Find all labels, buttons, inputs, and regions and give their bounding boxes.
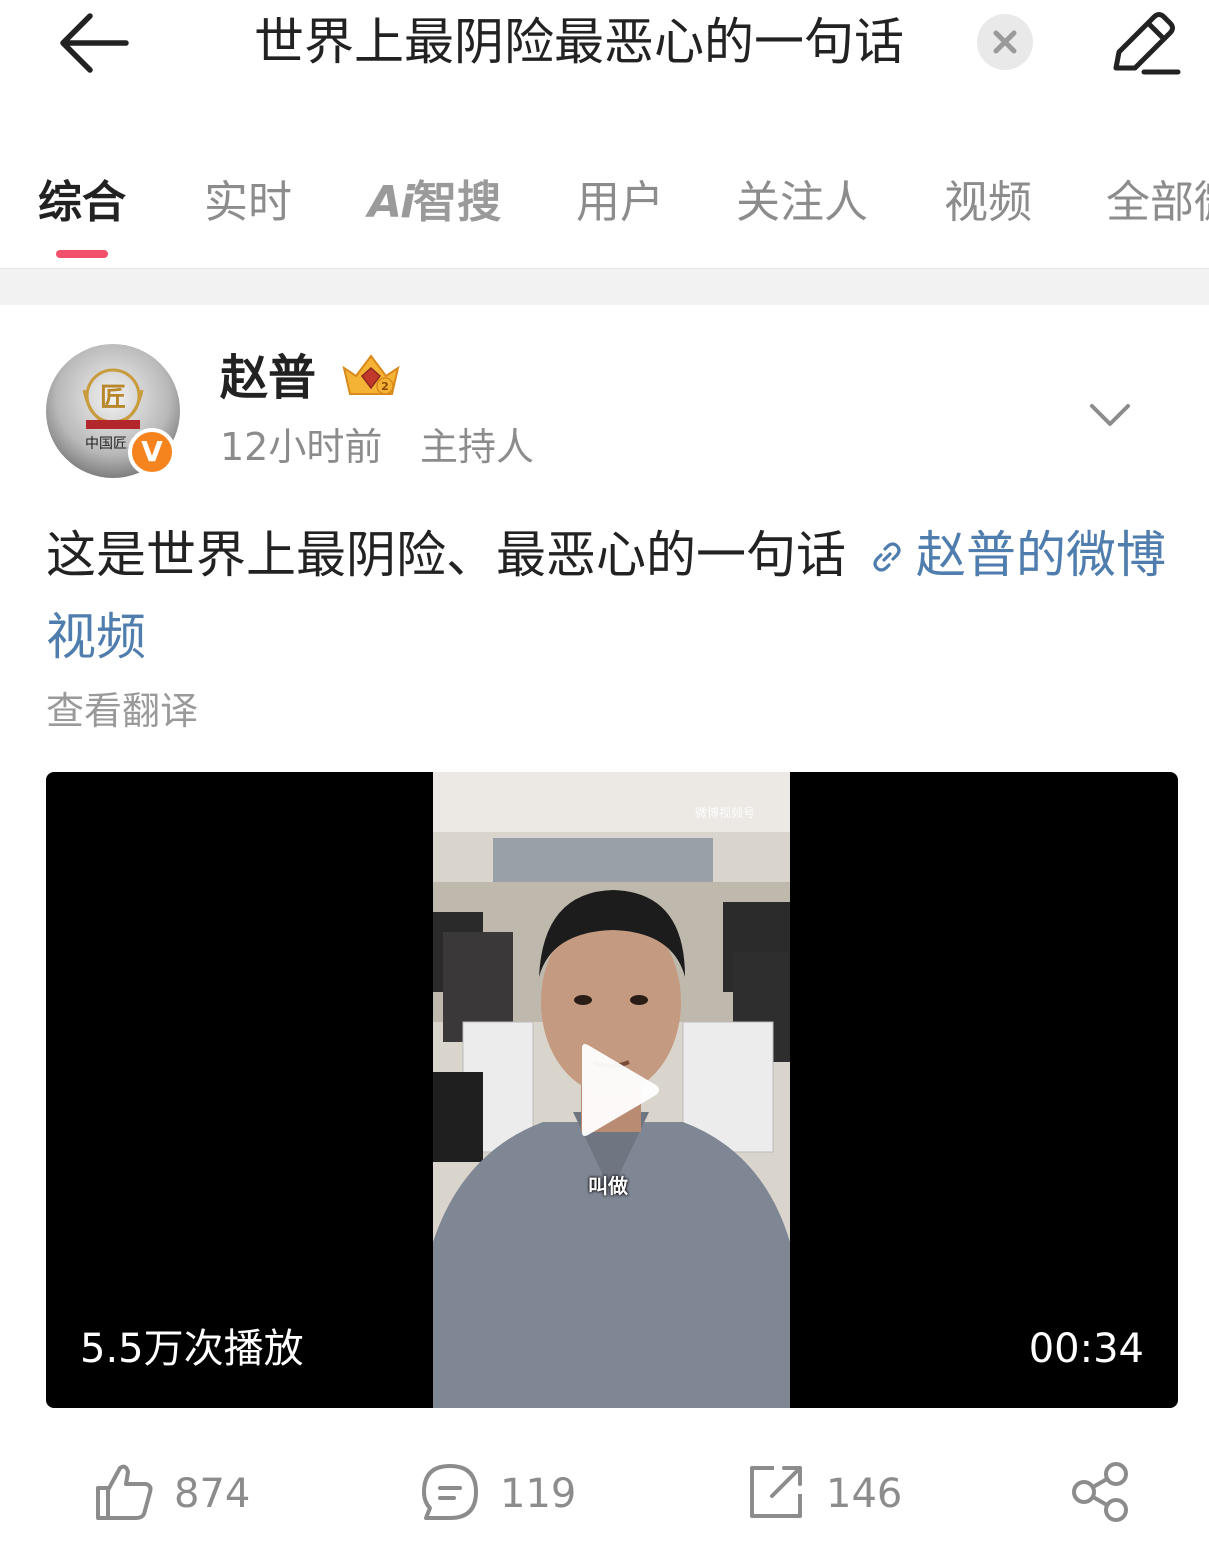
thumbs-up-icon xyxy=(96,1464,153,1520)
translate-link[interactable]: 查看翻译 xyxy=(46,688,198,734)
pencil-icon xyxy=(1113,12,1181,75)
video-subtitle: 叫做 xyxy=(588,1174,628,1198)
tab-label: 全部微博 xyxy=(1106,177,1209,228)
play-icon xyxy=(582,1044,659,1136)
video-watermark: 微博视频号 xyxy=(695,806,756,820)
search-header: 世界上最阴险最恶心的一句话 xyxy=(0,0,1209,110)
author-role: 主持人 xyxy=(420,425,535,469)
video-duration: 00:34 xyxy=(1028,1326,1144,1372)
share-icon xyxy=(1072,1462,1128,1522)
crown-icon: 2 xyxy=(338,350,404,400)
tab-all-weibo[interactable]: 全部微博 xyxy=(1106,176,1209,230)
comment-icon xyxy=(422,1464,478,1520)
repost-count: 146 xyxy=(826,1471,903,1517)
repost-icon xyxy=(750,1466,802,1518)
like-count: 874 xyxy=(174,1471,251,1517)
video-player[interactable]: 微博视频号 叫做 5.5万次播放 00:34 xyxy=(46,772,1178,1408)
tab-label: 智搜 xyxy=(413,177,502,228)
tab-label: 关注人 xyxy=(736,177,868,228)
ai-logo: Ai xyxy=(368,177,415,228)
action-bar: 874 119 146 xyxy=(0,1446,1209,1545)
more-options-button[interactable] xyxy=(1086,396,1134,436)
tab-users[interactable]: 用户 xyxy=(576,176,664,230)
tab-following[interactable]: 关注人 xyxy=(736,176,868,230)
like-button[interactable] xyxy=(92,1460,156,1524)
post-content: 这是世界上最阴险、最恶心的一句话 赵普的微博视频 xyxy=(46,514,1186,678)
link-icon xyxy=(873,542,901,572)
active-tab-indicator xyxy=(56,250,108,258)
tab-ai-search[interactable]: Ai 智搜 xyxy=(368,176,501,230)
chevron-down-icon xyxy=(1090,404,1130,426)
search-query[interactable]: 世界上最阴险最恶心的一句话 xyxy=(254,12,904,72)
tab-realtime[interactable]: 实时 xyxy=(204,176,292,230)
verified-badge: V xyxy=(128,428,176,476)
svg-text:2: 2 xyxy=(381,380,389,393)
comment-button[interactable] xyxy=(418,1460,482,1524)
post-time: 12小时前 xyxy=(220,425,383,469)
repost-button[interactable] xyxy=(744,1460,808,1524)
tab-label: 视频 xyxy=(944,177,1032,228)
tab-label: 实时 xyxy=(204,177,292,228)
search-tabs: 综合 实时 Ai智搜 用户 关注人 视频 全部微博 xyxy=(0,150,1209,268)
post-text: 这是世界上最阴险、最恶心的一句话 xyxy=(46,526,846,584)
close-icon xyxy=(993,30,1017,54)
section-divider xyxy=(0,268,1209,305)
clear-search-button[interactable] xyxy=(977,14,1033,70)
tab-label: 综合 xyxy=(38,177,126,228)
tab-label: 用户 xyxy=(576,177,664,228)
tab-comprehensive[interactable]: 综合 xyxy=(38,176,126,230)
arrow-left-icon xyxy=(60,13,129,73)
play-button[interactable] xyxy=(572,1040,662,1140)
author-name[interactable]: 赵普 xyxy=(220,348,316,408)
view-count: 5.5万次播放 xyxy=(80,1326,304,1372)
avatar-emblem: 匠 xyxy=(100,383,126,413)
tab-videos[interactable]: 视频 xyxy=(944,176,1032,230)
back-button[interactable] xyxy=(56,8,136,78)
share-button[interactable] xyxy=(1068,1460,1132,1524)
comment-count: 119 xyxy=(500,1471,577,1517)
edit-button[interactable] xyxy=(1104,4,1184,80)
